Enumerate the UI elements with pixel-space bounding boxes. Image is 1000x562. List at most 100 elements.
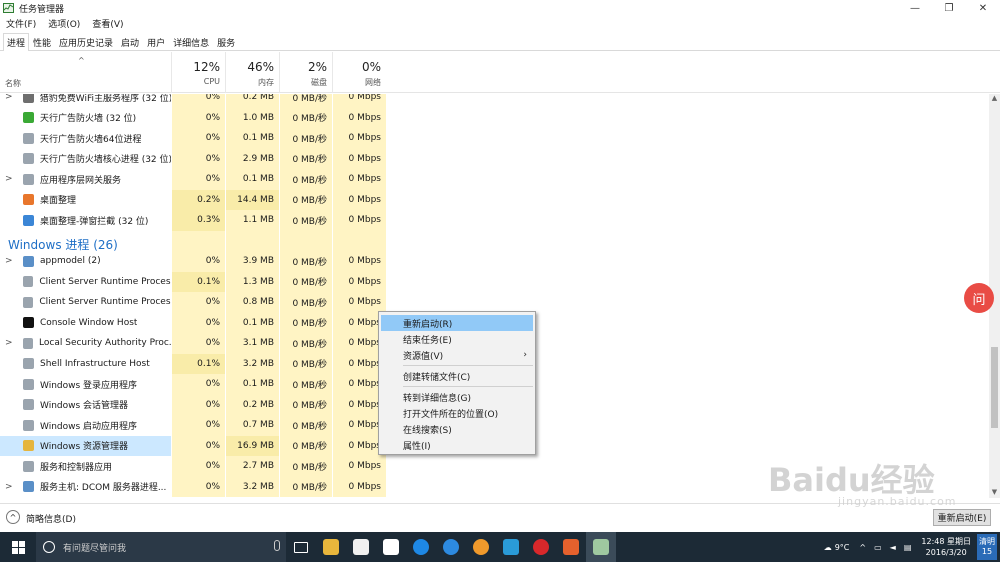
process-cpu-value: 0% <box>171 435 225 456</box>
column-disk[interactable]: 2% 磁盘 <box>279 52 332 93</box>
app-icon <box>22 296 34 308</box>
tab-performance[interactable]: 性能 <box>29 34 55 50</box>
process-cpu-value: 0% <box>171 456 225 477</box>
context-menu-label: 转到详细信息(G) <box>403 393 471 404</box>
weather-temp[interactable]: 9°C <box>835 543 850 552</box>
process-name-cell: Windows 登录应用程序 <box>0 374 171 395</box>
folder-icon <box>323 539 339 555</box>
process-name: Windows 资源管理器 <box>40 442 129 453</box>
process-net-value: 0 Mbps <box>332 169 386 190</box>
process-cpu-value: 0.2% <box>171 189 225 210</box>
floating-question-badge[interactable]: 问 <box>964 283 994 313</box>
expand-chevron-icon[interactable]: > <box>5 256 15 266</box>
tab-app-history[interactable]: 应用历史记录 <box>55 34 117 50</box>
message-icon[interactable]: ▤ <box>904 543 912 552</box>
process-row[interactable]: 天行广告防火墙 (32 位) 0% 1.0 MB 0 MB/秒 0 Mbps <box>0 107 990 129</box>
group-cell <box>332 230 386 251</box>
tray-chevron-icon[interactable]: ^ <box>859 543 866 552</box>
taskbar-browser[interactable] <box>466 532 496 562</box>
taskbar-youku[interactable] <box>376 532 406 562</box>
process-row[interactable]: > 应用程序层网关服务 0% 0.1 MB 0 MB/秒 0 Mbps <box>0 169 990 190</box>
scroll-down-icon[interactable]: ▼ <box>989 488 1000 498</box>
column-cpu[interactable]: 12% CPU <box>171 52 225 93</box>
group-title: Windows 进程 (26) <box>8 237 118 252</box>
context-menu-item[interactable]: 结束任务(E) <box>379 331 535 347</box>
process-disk-value: 0 MB/秒 <box>279 374 332 395</box>
tab-startup[interactable]: 启动 <box>117 34 143 50</box>
task-view-button[interactable] <box>286 532 316 562</box>
column-memory[interactable]: 46% 内存 <box>225 52 279 93</box>
context-menu-item[interactable]: 重新启动(R) <box>381 315 533 331</box>
scroll-thumb[interactable] <box>991 347 998 428</box>
expand-chevron-icon[interactable]: > <box>5 482 15 492</box>
weather-icon[interactable]: ☁ <box>824 543 832 552</box>
cortana-search-box[interactable]: 有问题尽管问我 <box>36 532 286 562</box>
desktop-organizer-icon <box>23 194 34 206</box>
app-icon <box>23 399 34 411</box>
process-row[interactable]: Client Server Runtime Process 0% 0.8 MB 0 M… <box>0 292 990 313</box>
process-disk-value: 0 MB/秒 <box>279 94 332 108</box>
microphone-icon[interactable] <box>274 540 280 551</box>
process-name: 服务主机: DCOM 服务器进程... <box>40 483 167 494</box>
context-menu-item[interactable]: 打开文件所在的位置(O) <box>379 405 535 421</box>
process-row[interactable]: > appmodel (2) 0% 3.9 MB 0 MB/秒 0 Mbps <box>0 251 990 272</box>
menu-view[interactable]: 查看(V) <box>86 17 129 30</box>
column-name[interactable]: 名称 <box>5 78 21 89</box>
process-row[interactable]: 天行广告防火墙核心进程 (32 位) 0% 2.9 MB 0 MB/秒 0 Mbps <box>0 148 990 169</box>
context-menu-item[interactable]: 在线搜索(S) <box>379 421 535 437</box>
process-row[interactable]: 天行广告防火墙64位进程 0% 0.1 MB 0 MB/秒 0 Mbps <box>0 128 990 149</box>
context-menu-item[interactable]: 转到详细信息(G) <box>379 389 535 405</box>
tab-services[interactable]: 服务 <box>213 34 239 50</box>
process-name: 天行广告防火墙64位进程 <box>40 134 142 145</box>
tab-details[interactable]: 详细信息 <box>169 34 213 50</box>
process-row[interactable]: 桌面整理 0.2% 14.4 MB 0 MB/秒 0 Mbps <box>0 189 990 210</box>
process-name-cell: 天行广告防火墙 (32 位) <box>0 108 171 129</box>
taskbar-store[interactable] <box>346 532 376 562</box>
context-menu: 重新启动(R) 结束任务(E) 资源值(V) › 创建转储文件(C) 转到详细信息(G) 打… <box>378 311 536 455</box>
process-mem-value: 14.4 MB <box>225 189 279 210</box>
task-manager-icon <box>593 539 609 555</box>
taskbar-netease-music[interactable] <box>526 532 556 562</box>
menu-file[interactable]: 文件(F) <box>0 17 42 30</box>
start-button[interactable] <box>0 532 36 562</box>
context-menu-item[interactable]: 资源值(V) › <box>379 347 535 363</box>
minimize-button[interactable]: — <box>898 0 932 16</box>
tab-strip: 进程 性能 应用历史记录 启动 用户 详细信息 服务 <box>0 33 1000 51</box>
clock[interactable]: 12:48 星期日 2016/3/20 <box>921 536 971 558</box>
collapse-toggle-icon[interactable]: ^ <box>6 510 20 524</box>
process-row[interactable]: 桌面整理-弹窗拦截 (32 位) 0.3% 1.1 MB 0 MB/秒 0 Mbps <box>0 210 990 231</box>
column-network[interactable]: 0% 网络 <box>332 52 386 93</box>
group-cell <box>225 230 279 251</box>
taskbar-wps[interactable] <box>556 532 586 562</box>
title-bar: 任务管理器 — ❐ ✕ <box>0 0 1000 16</box>
maximize-button[interactable]: ❐ <box>932 0 966 16</box>
brief-info-link[interactable]: 简略信息(D) <box>26 512 76 525</box>
restart-button[interactable]: 重新启动(E) <box>933 509 991 526</box>
app-icon <box>23 173 34 185</box>
taskbar-box[interactable] <box>496 532 526 562</box>
context-menu-item[interactable]: 创建转储文件(C) <box>379 368 535 384</box>
taskbar-task-manager[interactable] <box>586 532 616 562</box>
netease-music-icon <box>533 539 549 555</box>
taskbar-edge[interactable] <box>436 532 466 562</box>
close-button[interactable]: ✕ <box>966 0 1000 16</box>
expand-chevron-icon[interactable]: > <box>5 338 15 348</box>
app-icon <box>22 94 34 103</box>
process-net-value: 0 Mbps <box>332 94 386 108</box>
scroll-up-icon[interactable]: ▲ <box>989 94 1000 104</box>
taskbar-explorer[interactable] <box>316 532 346 562</box>
ime-indicator[interactable]: 清明 15 <box>977 534 997 560</box>
process-row[interactable]: > 猎豹免费WiFi主服务程序 (32 位) 0% 0.2 MB 0 MB/秒 0 Mbp… <box>0 94 990 108</box>
tab-processes[interactable]: 进程 <box>3 33 30 51</box>
tab-users[interactable]: 用户 <box>143 34 169 50</box>
network-icon[interactable]: ▭ <box>874 543 882 552</box>
cpu-percent: 12% <box>193 60 220 74</box>
volume-icon[interactable]: ◄ <box>890 543 896 552</box>
process-disk-value: 0 MB/秒 <box>279 251 332 272</box>
context-menu-item[interactable]: 属性(I) <box>379 437 535 453</box>
taskbar-kugou[interactable] <box>406 532 436 562</box>
expand-chevron-icon[interactable]: > <box>5 94 15 102</box>
menu-options[interactable]: 选项(O) <box>42 17 86 30</box>
process-row[interactable]: Client Server Runtime Process 0.1% 1.3 MB 0… <box>0 271 990 292</box>
expand-chevron-icon[interactable]: > <box>5 174 15 184</box>
